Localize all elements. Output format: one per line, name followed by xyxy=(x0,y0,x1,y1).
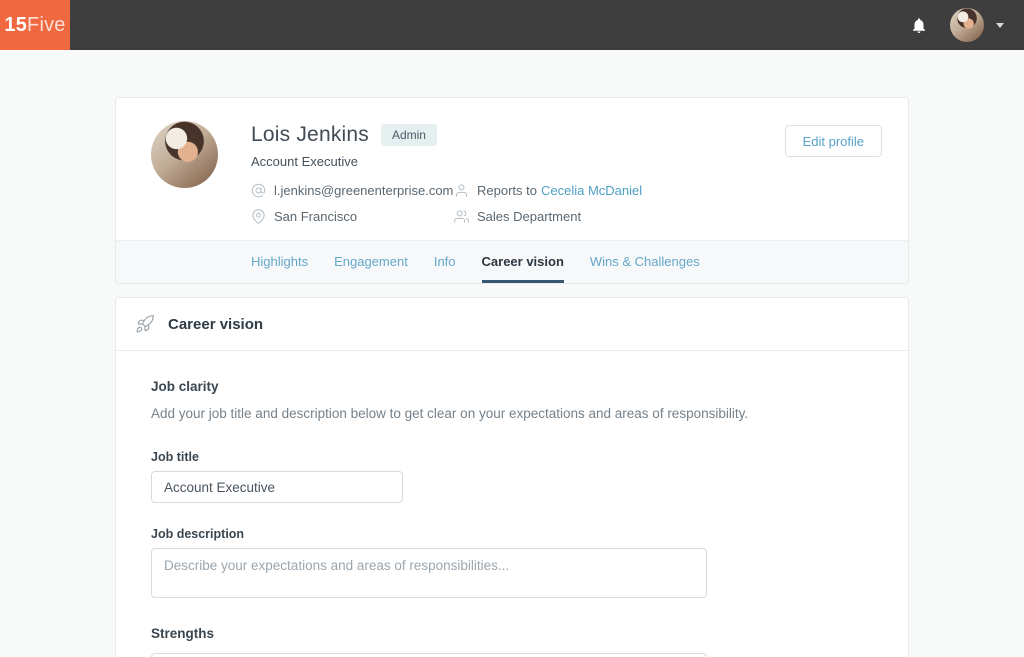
strengths-input[interactable] xyxy=(151,653,707,657)
job-description-textarea[interactable] xyxy=(151,548,707,598)
department-value: Sales Department xyxy=(477,209,581,224)
topbar: 15Five xyxy=(0,0,1024,50)
logo-text-light: Five xyxy=(27,14,66,37)
profile-avatar xyxy=(151,121,218,188)
profile-info: Lois Jenkins Admin Account Executive l.j… xyxy=(251,121,642,224)
department-item: Sales Department xyxy=(454,209,642,224)
tab-highlights[interactable]: Highlights xyxy=(251,241,308,283)
tab-career-vision[interactable]: Career vision xyxy=(482,241,564,283)
profile-name: Lois Jenkins xyxy=(251,123,369,147)
reports-to-label: Reports to xyxy=(477,183,537,198)
notifications-button[interactable] xyxy=(910,16,928,35)
job-title-label: Job title xyxy=(151,450,873,464)
job-description-label: Job description xyxy=(151,527,873,541)
tab-wins-challenges[interactable]: Wins & Challenges xyxy=(590,241,700,283)
bell-icon xyxy=(910,16,928,35)
strengths-heading: Strengths xyxy=(151,626,873,641)
reports-to-link[interactable]: Cecelia McDaniel xyxy=(541,183,642,198)
career-vision-body: Job clarity Add your job title and descr… xyxy=(116,351,908,657)
tab-engagement[interactable]: Engagement xyxy=(334,241,408,283)
profile-tabs: Highlights Engagement Info Career vision… xyxy=(116,240,908,283)
people-icon xyxy=(454,209,469,224)
user-avatar[interactable] xyxy=(950,8,984,42)
page-content: Lois Jenkins Admin Account Executive l.j… xyxy=(115,97,909,657)
name-row: Lois Jenkins Admin xyxy=(251,123,642,147)
profile-header: Lois Jenkins Admin Account Executive l.j… xyxy=(116,98,908,224)
admin-badge: Admin xyxy=(381,124,437,146)
map-pin-icon xyxy=(251,209,266,224)
location-item: San Francisco xyxy=(251,209,454,224)
profile-role: Account Executive xyxy=(251,154,642,169)
contact-details: l.jenkins@greenenterprise.com Reports to… xyxy=(251,183,642,224)
career-vision-card: Career vision Job clarity Add your job t… xyxy=(115,297,909,657)
logo-text-bold: 15 xyxy=(4,14,27,37)
app-logo[interactable]: 15Five xyxy=(0,0,70,50)
reports-to-item: Reports to Cecelia McDaniel xyxy=(454,183,642,198)
caret-down-icon[interactable] xyxy=(996,23,1004,28)
email-value: l.jenkins@greenenterprise.com xyxy=(274,183,453,198)
tab-info[interactable]: Info xyxy=(434,241,456,283)
person-icon xyxy=(454,183,469,198)
location-value: San Francisco xyxy=(274,209,357,224)
rocket-icon xyxy=(135,314,155,334)
at-sign-icon xyxy=(251,183,266,198)
career-vision-title: Career vision xyxy=(168,316,263,333)
job-title-input[interactable] xyxy=(151,471,403,503)
career-vision-header: Career vision xyxy=(116,298,908,351)
profile-card: Lois Jenkins Admin Account Executive l.j… xyxy=(115,97,909,284)
job-clarity-description: Add your job title and description below… xyxy=(151,406,873,421)
edit-profile-button[interactable]: Edit profile xyxy=(785,125,882,157)
job-clarity-heading: Job clarity xyxy=(151,379,873,394)
topbar-actions xyxy=(910,8,1024,42)
email-item: l.jenkins@greenenterprise.com xyxy=(251,183,454,198)
